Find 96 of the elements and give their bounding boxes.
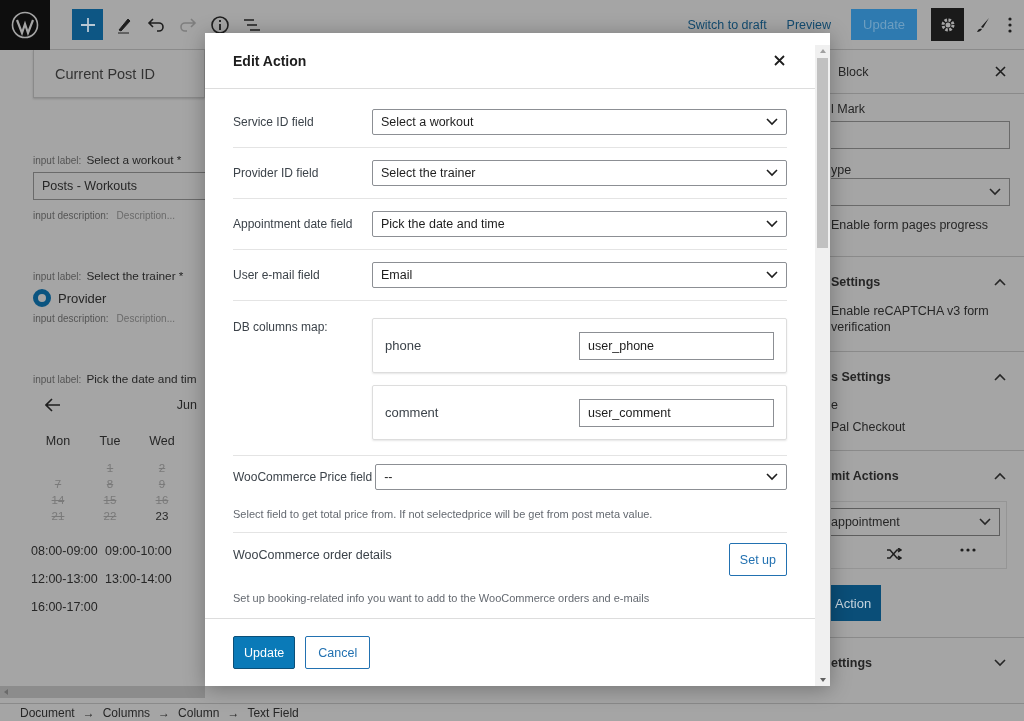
field-label: WooCommerce order details [233,547,392,562]
toolbar-link[interactable]: Switch to draft [687,17,767,32]
option-label: Pal Checkout [831,420,907,434]
panel-title[interactable]: ettings [831,656,872,670]
select-field[interactable]: -- [375,464,787,490]
description-prefix: input description: [33,210,109,221]
plus-icon [80,17,95,32]
horizontal-scrollbar[interactable] [0,686,205,698]
wordpress-logo[interactable] [0,0,50,50]
breadcrumb-separator: → [158,705,171,720]
field-label: DB columns map: [233,320,329,336]
breadcrumb-separator: → [82,705,95,720]
chevron-down-icon [989,188,1001,196]
chevron-up-icon [994,373,1006,381]
field-label: Appointment date field [233,217,354,231]
scrollbar-thumb[interactable] [817,58,828,248]
field-label: User e-mail field [233,268,321,282]
checkbox-label: Enable reCAPTCHA v3 form verification [831,303,990,335]
setup-button[interactable]: Set up [728,543,787,576]
add-block-button[interactable] [72,9,103,40]
field-label: Select a workout * [86,153,182,167]
scroll-down-icon[interactable] [818,677,827,683]
cancel-button[interactable]: Cancel [305,636,371,669]
info-icon[interactable] [209,13,231,36]
time-slot[interactable]: 08:00-09:00 [31,544,105,558]
description-prefix: input description: [33,313,109,324]
chevron-down-icon [766,118,778,126]
weekday-label: Mon [45,434,71,448]
time-slot[interactable]: 16:00-17:00 [31,600,105,614]
chevron-up-icon [994,278,1006,286]
text-field[interactable]: user_comment [579,398,774,427]
field-label: Pick the date and tim [86,372,197,386]
breadcrumb-separator: → [227,705,240,720]
close-button[interactable] [774,55,785,66]
text-field[interactable]: user_phone [579,331,774,360]
chevron-down-icon [766,169,778,177]
close-icon[interactable] [995,66,1006,77]
input-label-prefix: input label: [33,271,82,282]
toolbar-link[interactable]: Preview [786,17,832,32]
panel-title[interactable]: mit Actions [831,469,899,483]
chevron-down-icon [766,473,778,481]
chevron-up-icon [994,472,1006,480]
breadcrumb-item[interactable]: Columns [102,705,151,720]
action-select[interactable]: appointment [831,508,1000,536]
select-field[interactable]: Email [372,262,787,288]
field-label: Select the trainer * [86,269,184,283]
checkbox-label: Enable form pages progress [831,218,990,232]
text-field[interactable] [831,121,1010,149]
select-field[interactable] [831,178,1010,206]
chevron-down-icon [994,659,1006,667]
time-slot[interactable]: 12:00-13:00 [31,572,105,586]
gear-icon [939,16,956,33]
chevron-down-icon [766,220,778,228]
breadcrumb-item[interactable]: Document [20,705,75,720]
radio-label: Provider [58,290,107,306]
more-options-icon[interactable] [960,548,976,552]
dialog-title: Edit Action [233,52,307,69]
description-text: Description... [116,210,175,221]
input-label-prefix: input label: [33,155,82,166]
select-field[interactable]: Select the trainer [372,160,787,186]
weekday-label: Wed [149,434,175,448]
weekday-label: Tue [99,434,121,448]
field-label: ype [831,163,853,177]
update-button[interactable]: Update [233,636,296,669]
field-label: Provider ID field [233,166,320,180]
description-text: Description... [116,313,175,324]
time-slot[interactable]: 13:00-14:00 [105,572,179,586]
breadcrumb-item[interactable]: Text Field [247,705,299,720]
vertical-scrollbar[interactable] [815,45,830,686]
field-label: WooCommerce Price field [233,470,374,484]
shuffle-icon[interactable] [886,548,902,560]
panel-title[interactable]: s Settings [831,370,891,384]
settings-button[interactable] [931,8,964,41]
select-field[interactable]: Posts - Workouts [33,172,205,200]
chevron-down-icon [766,271,778,279]
column-name: comment [385,405,439,420]
radio-button[interactable] [33,289,51,307]
calendar-day[interactable]: 23 [155,510,169,522]
time-slot[interactable]: 09:00-10:00 [105,544,179,558]
arrow-left-icon[interactable] [45,398,61,412]
add-action-button[interactable]: Action [831,585,882,621]
column-name: phone [385,338,422,353]
help-text: Set up booking-related info you want to add to the WooCommerce orders and e-mails [233,592,651,604]
option-label: e [831,398,839,412]
field-label: l Mark [831,102,867,116]
sidebar-tab[interactable]: Block [838,64,869,79]
more-options-icon[interactable] [1008,16,1012,33]
help-text: Select field to get total price from. If not selectedprice will be get from post meta value. [233,508,654,520]
field-label: Service ID field [233,115,315,129]
input-label-prefix: input label: [33,374,82,385]
select-field[interactable]: Pick the date and time [372,211,787,237]
breadcrumb-item[interactable]: Column [178,705,220,720]
panel-title[interactable]: Settings [831,275,881,289]
select-field[interactable]: Select a workout [372,109,787,135]
calendar-month: Jun [176,398,197,412]
chevron-down-icon [979,518,991,526]
